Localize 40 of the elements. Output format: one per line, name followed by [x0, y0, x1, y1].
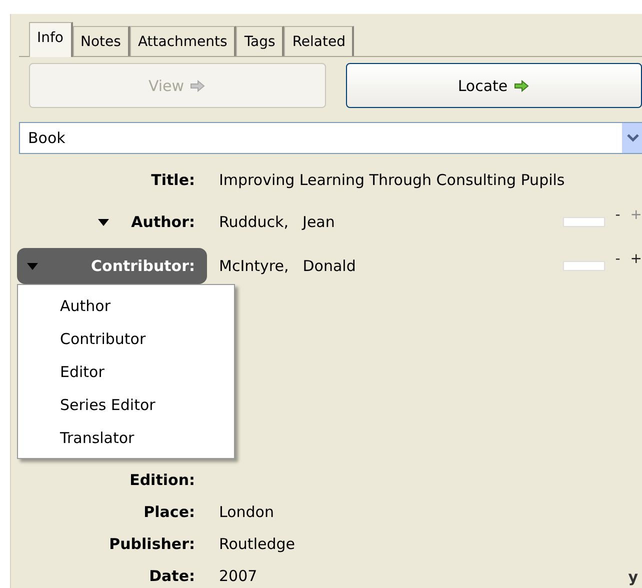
- tab[interactable]: Tags: [236, 26, 284, 56]
- tab[interactable]: Attachments: [130, 26, 236, 56]
- remove-creator-button[interactable]: -: [615, 251, 620, 267]
- add-creator-button[interactable]: +: [630, 251, 642, 267]
- field-value[interactable]: 2007: [219, 567, 258, 585]
- menu-item[interactable]: Series Editor: [18, 388, 234, 421]
- locate-button[interactable]: Locate: [346, 63, 642, 108]
- creator-label: Contributor:: [91, 257, 195, 275]
- field-label: Publisher:: [108, 535, 196, 553]
- tab[interactable]: Notes: [72, 26, 130, 56]
- tab[interactable]: Info: [29, 22, 72, 57]
- chevron-down-icon: [627, 134, 639, 142]
- field-label: Edition:: [128, 471, 196, 489]
- menu-item[interactable]: Editor: [18, 355, 234, 388]
- last-name-field[interactable]: McIntyre,: [219, 257, 289, 275]
- creator-label: Author:: [131, 213, 195, 231]
- remove-creator-button[interactable]: -: [615, 207, 620, 223]
- triangle-down-icon: [27, 262, 38, 270]
- menu-item[interactable]: Translator: [18, 421, 234, 454]
- field-label: Title:: [150, 171, 196, 189]
- field-label: Place:: [142, 503, 196, 521]
- field-text: y: [628, 568, 638, 586]
- creator-type-button[interactable]: Author:: [11, 213, 207, 231]
- field-value[interactable]: London: [219, 503, 274, 521]
- menu-item[interactable]: Author: [18, 289, 234, 322]
- first-name-field[interactable]: Jean: [302, 213, 335, 231]
- first-name-field[interactable]: Donald: [302, 257, 356, 275]
- menu-item[interactable]: Contributor: [18, 322, 234, 355]
- arrow-icon: [514, 80, 530, 92]
- field-value[interactable]: Routledge: [219, 535, 295, 553]
- arrow-icon: [190, 80, 206, 92]
- item-type-dropdown[interactable]: Book: [19, 122, 642, 154]
- field-value[interactable]: Improving Learning Through Consulting Pupils: [219, 171, 565, 189]
- tab[interactable]: Related: [284, 26, 354, 56]
- last-name-field[interactable]: Rudduck,: [219, 213, 289, 231]
- switch-field-toggle[interactable]: [563, 217, 606, 227]
- field-label: Date:: [148, 567, 196, 585]
- creator-type-button[interactable]: Contributor:: [17, 248, 207, 284]
- triangle-down-icon: [98, 218, 110, 226]
- switch-field-toggle[interactable]: [563, 261, 606, 271]
